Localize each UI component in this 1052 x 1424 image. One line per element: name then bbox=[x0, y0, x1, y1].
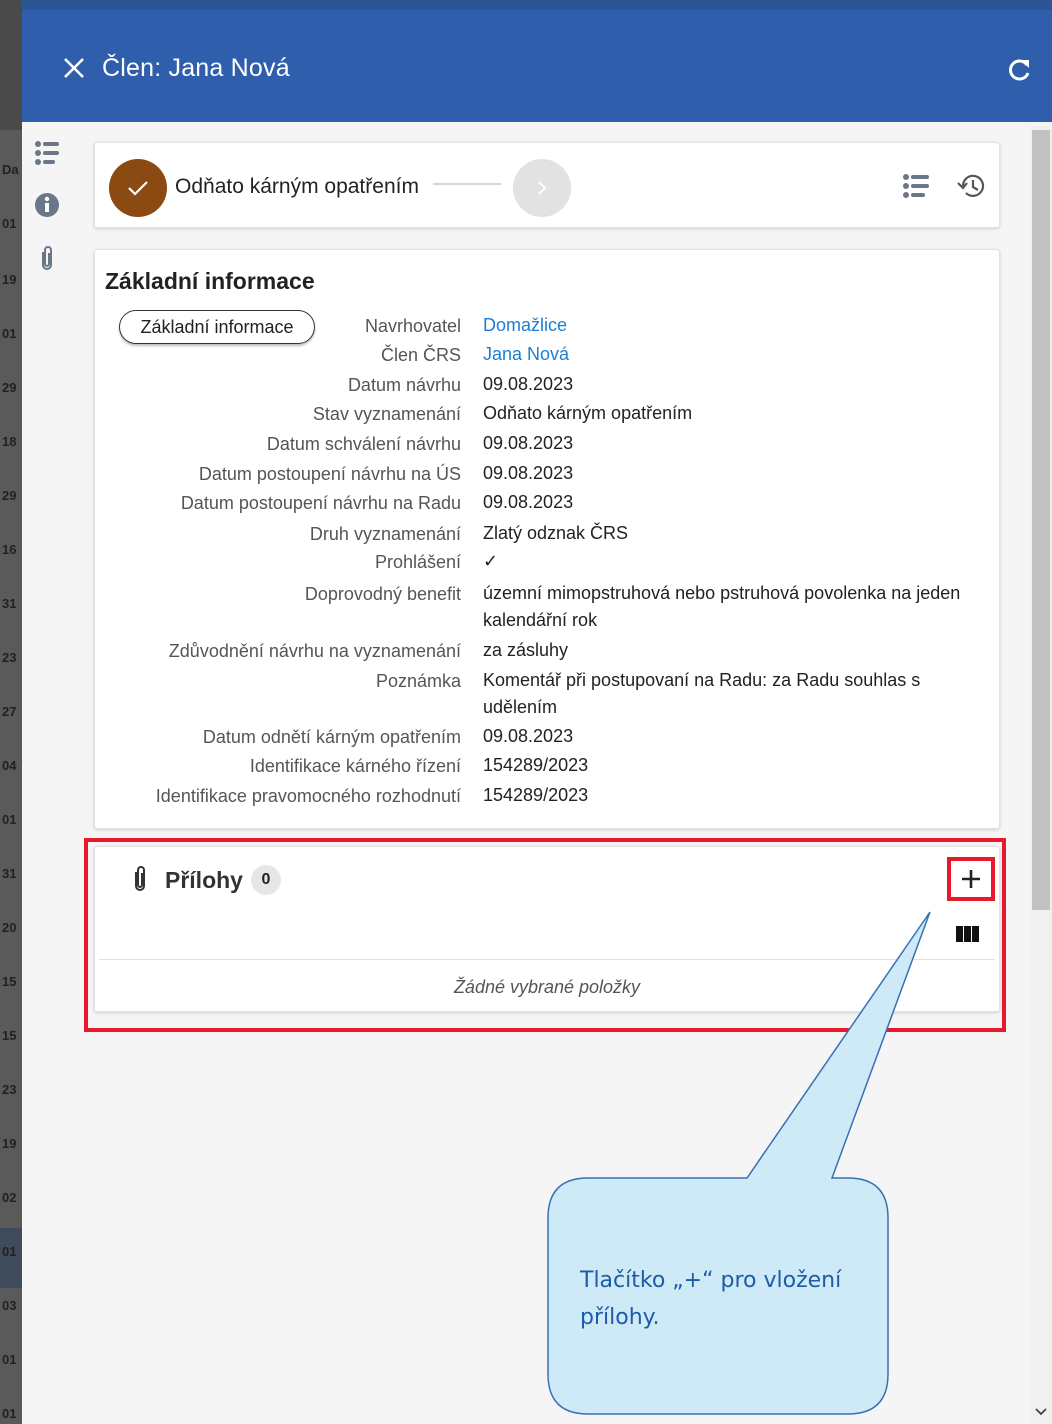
field-value: za zásluhy bbox=[483, 640, 569, 660]
chevron-down-icon[interactable] bbox=[1032, 1404, 1050, 1420]
refresh-icon[interactable] bbox=[1006, 56, 1034, 84]
bg-text: 15 bbox=[2, 1028, 17, 1043]
field-value: 09.08.2023 bbox=[483, 492, 574, 512]
bg-text: 19 bbox=[2, 1136, 17, 1151]
scrollbar-thumb[interactable] bbox=[1032, 130, 1050, 910]
field-label: Datum schválení návrhu bbox=[266, 434, 461, 454]
next-step-button[interactable] bbox=[513, 159, 571, 217]
field-label: Navrhovatel bbox=[364, 316, 461, 336]
top-edge bbox=[0, 0, 1052, 10]
bg-text: 20 bbox=[2, 920, 17, 935]
field-label: Člen ČRS bbox=[380, 345, 461, 365]
field-value: Komentář při postupovaní na Radu: za Rad… bbox=[483, 670, 921, 717]
field-value: 154289/2023 bbox=[483, 755, 589, 775]
checkmark-icon bbox=[128, 181, 148, 196]
field-value: územní mimopstruhová nebo pstruhová povo… bbox=[483, 583, 961, 630]
workflow-icon[interactable] bbox=[32, 138, 62, 168]
field-label: Druh vyznamenání bbox=[309, 524, 461, 544]
info-icon[interactable] bbox=[32, 190, 62, 220]
add-attachment-button[interactable] bbox=[953, 861, 989, 897]
bg-text: 02 bbox=[2, 1190, 17, 1205]
field-label: Identifikace pravomocného rozhodnutí bbox=[155, 786, 461, 806]
bg-text: 31 bbox=[2, 866, 17, 881]
field-label: Prohlášení bbox=[374, 552, 461, 572]
background-page-strip: Da 01 19 01 29 18 29 16 31 23 27 04 01 3… bbox=[0, 0, 22, 1424]
bg-text: 29 bbox=[2, 488, 17, 503]
status-label: Odňato kárným opatřením bbox=[175, 175, 419, 198]
bg-text: 04 bbox=[2, 758, 17, 773]
bg-text: 31 bbox=[2, 596, 17, 611]
step-done-circle[interactable] bbox=[109, 159, 167, 217]
columns-icon[interactable] bbox=[953, 921, 983, 947]
empty-message: Žádné vybrané položky bbox=[453, 977, 641, 997]
bg-text: 18 bbox=[2, 434, 17, 449]
paperclip-icon bbox=[135, 866, 145, 891]
callout-text: Tlačítko „+“ pro vložení přílohy. bbox=[580, 1268, 842, 1330]
member-link[interactable]: Jana Nová bbox=[483, 341, 963, 368]
proposer-link[interactable]: Domažlice bbox=[483, 312, 963, 339]
divider bbox=[99, 959, 995, 960]
field-label: Doprovodný benefit bbox=[304, 584, 461, 604]
field-label: Poznámka bbox=[375, 671, 461, 691]
field-label: Datum návrhu bbox=[347, 375, 461, 395]
field-label: Datum odnětí kárným opatřením bbox=[202, 727, 461, 747]
panel-title: Člen: Jana Nová bbox=[102, 54, 290, 82]
paperclip-icon[interactable] bbox=[32, 244, 62, 274]
bg-text: 23 bbox=[2, 650, 17, 665]
section-title: Základní informace bbox=[105, 268, 315, 294]
field-label: Datum postoupení návrhu na Radu bbox=[180, 493, 461, 513]
field-value: Zlatý odznak ČRS bbox=[483, 523, 629, 543]
bg-text: 16 bbox=[2, 542, 17, 557]
bg-text: 27 bbox=[2, 704, 17, 719]
history-icon[interactable] bbox=[955, 171, 987, 201]
tab-basic-info[interactable]: Základní informace bbox=[119, 310, 315, 344]
bg-text: 01 bbox=[2, 1244, 17, 1259]
bg-text: 01 bbox=[2, 326, 17, 341]
bg-text: 29 bbox=[2, 380, 17, 395]
bg-text: Da bbox=[2, 162, 19, 177]
attachments-title: Přílohy bbox=[165, 867, 243, 893]
plus-icon bbox=[962, 870, 980, 888]
field-value: 09.08.2023 bbox=[483, 374, 574, 394]
workflow-icon[interactable] bbox=[899, 171, 933, 201]
field-label: Datum postoupení návrhu na ÚS bbox=[198, 464, 461, 484]
step-connector bbox=[433, 183, 501, 185]
bg-text: 01 bbox=[2, 1406, 17, 1421]
field-value: 09.08.2023 bbox=[483, 463, 574, 483]
bg-text: 01 bbox=[2, 216, 17, 231]
status-card: Odňato kárným opatřením bbox=[94, 142, 1000, 228]
bg-text: 19 bbox=[2, 272, 17, 287]
close-icon[interactable] bbox=[60, 54, 88, 82]
checkmark-icon: ✓ bbox=[483, 551, 499, 571]
field-value: 09.08.2023 bbox=[483, 726, 574, 746]
panel-header: Člen: Jana Nová bbox=[22, 10, 1052, 122]
attachments-card: Přílohy 0 Žádné vybrané položky bbox=[94, 846, 1000, 1012]
field-value: 09.08.2023 bbox=[483, 433, 574, 453]
attachments-count-badge: 0 bbox=[251, 865, 281, 895]
field-value: 154289/2023 bbox=[483, 785, 589, 805]
bg-text: 03 bbox=[2, 1298, 17, 1313]
basic-info-card: Základní informace Základní informace Na… bbox=[94, 249, 1000, 829]
field-label: Zdůvodnění návrhu na vyznamenání bbox=[168, 641, 461, 661]
chevron-right-icon bbox=[538, 181, 547, 195]
field-value: Odňato kárným opatřením bbox=[483, 403, 693, 423]
bg-text: 23 bbox=[2, 1082, 17, 1097]
bg-text: 15 bbox=[2, 974, 17, 989]
bg-text: 01 bbox=[2, 1352, 17, 1367]
field-label: Stav vyznamenání bbox=[312, 404, 461, 424]
bg-text: 01 bbox=[2, 812, 17, 827]
field-label: Identifikace kárného řízení bbox=[249, 756, 461, 776]
